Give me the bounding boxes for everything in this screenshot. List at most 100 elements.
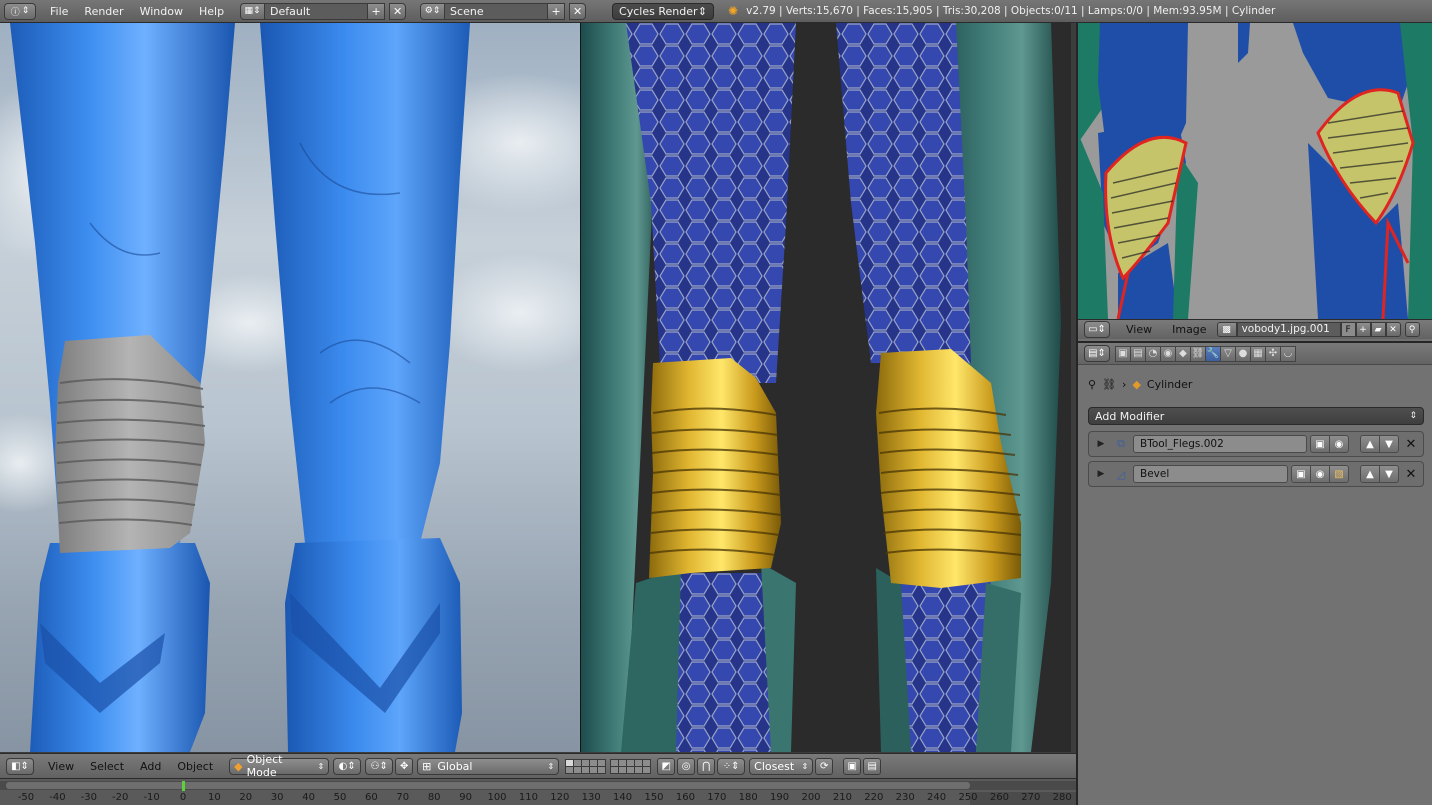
- physics-tab-icon[interactable]: ◡: [1280, 345, 1296, 362]
- expand-triangle-icon[interactable]: ▶: [1093, 469, 1109, 479]
- editmode-toggle-icon[interactable]: ▧: [1329, 465, 1349, 483]
- menu-view[interactable]: View: [1116, 323, 1162, 336]
- new-image-button[interactable]: +: [1355, 322, 1371, 337]
- transform-orientation-dropdown[interactable]: ⊞ Global ⇕: [417, 757, 560, 775]
- render-toggle-camera-icon[interactable]: ▣: [1310, 435, 1330, 453]
- modifiers-tab-icon[interactable]: 🔧: [1205, 345, 1221, 362]
- menu-window[interactable]: Window: [132, 5, 191, 18]
- viewport-shading-dropdown[interactable]: ◐⇕: [333, 757, 362, 775]
- pin-icon[interactable]: ⚲: [1088, 378, 1096, 391]
- image-name-field[interactable]: vobody1.jpg.001: [1236, 322, 1341, 337]
- remove-layout-button[interactable]: ✕: [389, 2, 407, 20]
- menu-help[interactable]: Help: [191, 5, 232, 18]
- layout-grid-icon[interactable]: ▦⇕: [240, 2, 266, 20]
- data-tab-icon[interactable]: ▽: [1220, 345, 1236, 362]
- current-frame-marker[interactable]: [182, 781, 185, 791]
- right-column: ▭⇕ View Image ▩ vobody1.jpg.001 F + ▰ ✕ …: [1076, 23, 1432, 805]
- snap-toggle[interactable]: ⋂: [697, 757, 716, 775]
- scene-selector: ⚙⇕ Scene + ✕: [420, 2, 587, 20]
- timeline-scrollbar-thumb[interactable]: [6, 782, 970, 789]
- particles-tab-icon[interactable]: ✣: [1265, 345, 1281, 362]
- timeline[interactable]: -50 -40 -30 -20 -10 0 10 20 30 40 50 60 70 80 90 100 110…: [0, 778, 1076, 805]
- scene-icon[interactable]: ⚙⇕: [420, 2, 446, 20]
- render-engine-dropdown[interactable]: Cycles Render ⇕: [612, 2, 715, 20]
- opengl-animation-button[interactable]: ▤: [863, 757, 882, 775]
- expand-triangle-icon[interactable]: ▶: [1093, 439, 1109, 449]
- viewport-toggle-eye-icon[interactable]: ◉: [1329, 435, 1349, 453]
- remove-scene-button[interactable]: ✕: [569, 2, 587, 20]
- editor-type-button[interactable]: ◧⇕: [6, 757, 34, 775]
- modifier-name-field[interactable]: BTool_Flegs.002: [1133, 435, 1307, 453]
- add-layout-button[interactable]: +: [368, 2, 386, 20]
- menu-file[interactable]: File: [42, 5, 76, 18]
- breadcrumb-object-name: Cylinder: [1146, 377, 1193, 391]
- constraints-tab-icon[interactable]: ⛓: [1190, 345, 1206, 362]
- uv-image-editor[interactable]: [1078, 23, 1432, 319]
- manipulator-toggle[interactable]: ✥: [395, 757, 414, 775]
- screen-layout-name[interactable]: Default: [265, 2, 369, 20]
- transform-orientation-label: Global: [437, 759, 473, 773]
- menu-render[interactable]: Render: [76, 5, 131, 18]
- modifier-name-field[interactable]: Bevel: [1133, 465, 1288, 483]
- layer-group-2[interactable]: [610, 758, 652, 774]
- render-layers-tab-icon[interactable]: ▤: [1130, 345, 1146, 362]
- add-modifier-label: Add Modifier: [1095, 409, 1165, 423]
- manipulator-icon: ✥: [399, 760, 409, 772]
- menu-image[interactable]: Image: [1162, 323, 1216, 336]
- menu-object[interactable]: Object: [169, 760, 221, 773]
- chevron-updown-icon: ⇕: [1409, 411, 1417, 421]
- proportional-icon: ◎: [681, 760, 691, 772]
- snap-target-dropdown[interactable]: Closest ⇕: [749, 757, 814, 775]
- properties-context-tabs: ▣ ▤ ◔ ◉ ◆ ⛓ 🔧 ▽ ● ▦ ✣ ◡: [1115, 345, 1296, 362]
- move-down-icon[interactable]: ▼: [1379, 465, 1399, 483]
- move-down-icon[interactable]: ▼: [1379, 435, 1399, 453]
- align-rotation-toggle[interactable]: ⟳: [815, 757, 834, 775]
- interaction-mode-dropdown[interactable]: ◆ Object Mode ⇕: [229, 753, 330, 779]
- editor-type-button[interactable]: ▤⇕: [1084, 345, 1110, 362]
- menu-add[interactable]: Add: [132, 760, 169, 773]
- remove-modifier-close-icon[interactable]: ✕: [1403, 437, 1419, 452]
- object-tab-icon[interactable]: ◆: [1175, 345, 1191, 362]
- viewport-rendered[interactable]: [581, 23, 1071, 752]
- scene-name[interactable]: Scene: [445, 2, 549, 20]
- unlink-image-button[interactable]: ✕: [1385, 322, 1401, 337]
- editor-type-button[interactable]: ▭⇕: [1084, 321, 1110, 338]
- lock-camera-toggle[interactable]: ◩: [657, 757, 676, 775]
- texture-tab-icon[interactable]: ▦: [1250, 345, 1266, 362]
- camera-icon: ▣: [847, 760, 857, 772]
- menu-select[interactable]: Select: [82, 760, 132, 773]
- scene-statistics: v2.79 | Verts:15,670 | Faces:15,905 | Tr…: [746, 5, 1276, 17]
- proportional-edit-toggle[interactable]: ◎: [677, 757, 696, 775]
- timeline-scrollbar[interactable]: [0, 781, 1076, 790]
- add-scene-button[interactable]: +: [548, 2, 566, 20]
- scene-tab-icon[interactable]: ◔: [1145, 345, 1161, 362]
- snap-element-dropdown[interactable]: ⁘⇕: [717, 757, 746, 775]
- world-tab-icon[interactable]: ◉: [1160, 345, 1176, 362]
- editor-type-button[interactable]: ⓘ ⇕: [4, 2, 36, 20]
- remove-modifier-close-icon[interactable]: ✕: [1403, 467, 1419, 482]
- open-image-button[interactable]: ▰: [1370, 322, 1386, 337]
- opengl-render-button[interactable]: ▣: [843, 757, 862, 775]
- viewport-toggle-eye-icon[interactable]: ◉: [1310, 465, 1330, 483]
- layer-group-1[interactable]: [565, 758, 607, 774]
- uv-texture-image: [1078, 23, 1432, 319]
- properties-editor: ▤⇕ ▣ ▤ ◔ ◉ ◆ ⛓ 🔧 ▽ ● ▦ ✣ ◡ ⚲ ⛓ › ◆ Cylin…: [1078, 341, 1432, 805]
- add-modifier-dropdown[interactable]: Add Modifier ⇕: [1088, 407, 1424, 425]
- move-up-icon[interactable]: ▲: [1360, 465, 1380, 483]
- fake-user-toggle[interactable]: F: [1340, 322, 1356, 337]
- image-editor-icon: ▭⇕: [1088, 324, 1106, 335]
- menu-view[interactable]: View: [40, 760, 82, 773]
- layers-lock-icon: ◩: [661, 760, 671, 772]
- clapper-icon: ▤: [867, 760, 877, 772]
- screen-layout-selector: ▦⇕ Default + ✕: [240, 2, 407, 20]
- pivot-point-dropdown[interactable]: ⚇⇕: [365, 757, 394, 775]
- move-up-icon[interactable]: ▲: [1360, 435, 1380, 453]
- viewport-solid[interactable]: [0, 23, 580, 752]
- pin-image-button[interactable]: ⚲: [1404, 322, 1420, 337]
- render-toggle-camera-icon[interactable]: ▣: [1291, 465, 1311, 483]
- image-browse-button[interactable]: ▩: [1216, 322, 1237, 337]
- render-tab-icon[interactable]: ▣: [1115, 345, 1131, 362]
- timeline-tick-label: 80: [427, 792, 441, 803]
- material-tab-icon[interactable]: ●: [1235, 345, 1251, 362]
- view3d-menu: View Select Add Object: [40, 760, 221, 773]
